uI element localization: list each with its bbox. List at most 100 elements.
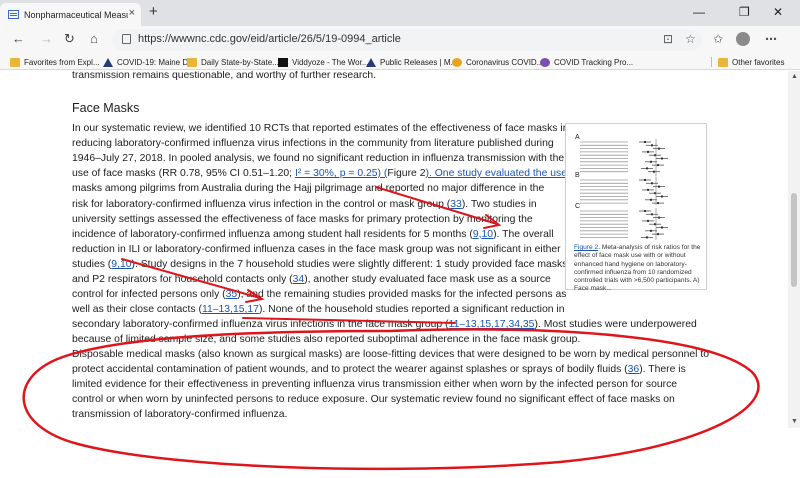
text-segment: university settings assessed the effecti… [72,213,533,225]
tab-title: Nonpharmaceutical Measures fo [24,9,128,20]
point-estimate [657,202,659,205]
text-segment: secondary laboratory-confirmed influenza… [72,319,449,331]
url-text[interactable]: https://wwwnc.cdc.gov/eid/article/26/5/1… [138,33,401,45]
point-estimate [658,216,660,219]
citation-link[interactable]: I² = 30%, p = 0.25) ( [295,168,387,179]
text-segment: ). Study designs in the 7 household stud… [131,258,568,270]
text-line: Disposable medical masks (also known as … [72,348,709,362]
tab-close-icon[interactable]: × [129,8,135,19]
scrollbar-thumb[interactable] [791,193,797,287]
point-estimate [644,210,646,212]
figure-thumbnail-card[interactable]: A B C Figure 2. Meta-analysis of risk ra… [565,123,707,293]
vertical-scrollbar[interactable]: ▲ ▼ [788,71,800,428]
favorite-item[interactable]: Viddyoze - The Wor... [278,55,368,69]
text-segment: Disposable medical masks (also known as … [72,349,710,360]
point-estimate [657,164,659,167]
citation-link[interactable]: ). One study evaluated the use of [425,168,578,179]
scroll-down-icon[interactable]: ▼ [791,418,798,425]
close-window-button[interactable]: ✕ [773,5,783,19]
text-segment: control or when worn by uninfected perso… [72,394,675,406]
point-estimate [651,213,653,216]
figure-caption-text: . Meta-analysis of risk ratios for the e… [574,244,701,293]
folder-icon [10,57,20,67]
favorite-item[interactable]: Public Releases | M... [366,55,457,69]
browser-window: Nonpharmaceutical Measures fo × + — ❐ ✕ … [0,0,800,478]
point-estimate [646,236,648,239]
panel-a-label: A [575,134,580,141]
folder-icon [187,57,197,67]
text-line: incidence of laboratory-confirmed influe… [72,228,554,242]
text-segment: limited evidence for their effectiveness… [72,379,678,391]
text-segment: risk for laboratory-confirmed influenza … [72,198,451,210]
text-line: transmission of laboratory-confirmed inf… [72,408,287,422]
figure-image[interactable]: A B C [574,130,700,240]
figure-2-link[interactable]: Figure 2 [574,244,598,251]
text-segment: 1946–July 27, 2018. In pooled analysis, … [72,153,565,165]
text-segment: transmission of laboratory-confirmed inf… [72,409,288,421]
address-bar[interactable]: https://wwwnc.cdc.gov/eid/article/26/5/1… [112,29,702,51]
scroll-up-icon[interactable]: ▲ [791,73,798,80]
point-estimate [657,233,659,236]
text-line: In our systematic review, we identified … [72,122,568,136]
profile-avatar[interactable] [736,32,750,46]
point-estimate [661,226,663,229]
text-line: reduction in ILI or laboratory-confirmed… [72,243,561,257]
favorite-item[interactable]: Coronavirus COVID... [452,55,543,69]
v-icon [278,57,288,67]
text-segment: ). Most studies were underpowered [534,319,697,331]
favorite-item[interactable]: Favorites from Expl... [10,55,100,69]
text-line: limited evidence for their effectiveness… [72,378,677,392]
text-segment: because of limited sample size, and some… [72,334,581,346]
point-estimate [647,188,649,191]
new-tab-button[interactable]: + [149,4,158,19]
text-line: because of limited sample size, and some… [72,333,580,347]
text-segment: ), another study evaluated face mask use… [304,274,551,285]
minimize-button[interactable]: — [693,5,705,19]
favorite-label: COVID Tracking Pro... [554,57,634,67]
section-heading: Face Masks [72,101,140,115]
favorite-label: Coronavirus COVID... [466,57,544,67]
navigation-bar: ← → ↻ ⌂ https://wwwnc.cdc.gov/eid/articl… [0,26,800,54]
text-line: masks among pilgrims from Australia duri… [72,182,544,196]
text-line: secondary laboratory-confirmed influenza… [72,318,697,332]
citation-link[interactable]: 9,10 [473,229,493,240]
back-icon[interactable]: ← [12,32,25,46]
title-bar: Nonpharmaceutical Measures fo × + — ❐ ✕ [0,0,800,26]
maximize-button[interactable]: ❐ [739,5,750,19]
favorite-label: Viddyoze - The Wor... [292,57,369,67]
citation-link[interactable]: 9,10 [111,259,131,270]
home-icon[interactable]: ⌂ [90,32,98,46]
add-favorite-icon[interactable]: ☆ [685,32,696,46]
citation-link[interactable]: 11–13,15,17 [202,304,259,315]
reading-view-icon[interactable]: ⊡ [663,32,673,46]
favorite-item[interactable]: Daily State-by-State... [187,55,279,69]
point-estimate [647,219,649,222]
point-estimate [644,141,646,143]
citation-link[interactable]: 11–13,15,17,34,35 [449,319,535,330]
favorite-item[interactable]: COVID-19: Maine D... [103,55,195,69]
reload-icon[interactable]: ↻ [64,32,75,46]
point-estimate [661,157,663,160]
lock-icon[interactable] [122,34,131,44]
other-favorites[interactable]: Other favorites [718,55,784,69]
text-line: and P2 respirators for household contact… [72,273,551,287]
tab-active[interactable]: Nonpharmaceutical Measures fo × [0,3,141,26]
point-estimate [658,147,660,150]
panel-b-label: B [575,172,580,179]
point-estimate [650,160,652,163]
more-menu-icon[interactable]: ⋯ [765,32,777,46]
citation-link[interactable]: 35 [226,289,238,300]
citation-link[interactable]: 33 [450,199,462,210]
text-line: university settings assessed the effecti… [72,213,533,227]
text-segment: studies ( [72,258,112,270]
text-segment: masks among pilgrims from Australia duri… [72,183,545,195]
text-segment: incidence of laboratory-confirmed influe… [72,228,473,240]
forward-icon[interactable]: → [40,32,53,46]
citation-link[interactable]: 34 [293,274,305,285]
favorites-icon[interactable]: ✩ [713,32,723,46]
citation-link[interactable]: 36 [628,364,640,375]
page-content: transmission remains questionable, and w… [0,71,788,428]
text-segment: ). None of the household studies reporte… [258,304,565,316]
favorite-item[interactable]: COVID Tracking Pro... [540,55,633,69]
page-icon [8,10,19,19]
